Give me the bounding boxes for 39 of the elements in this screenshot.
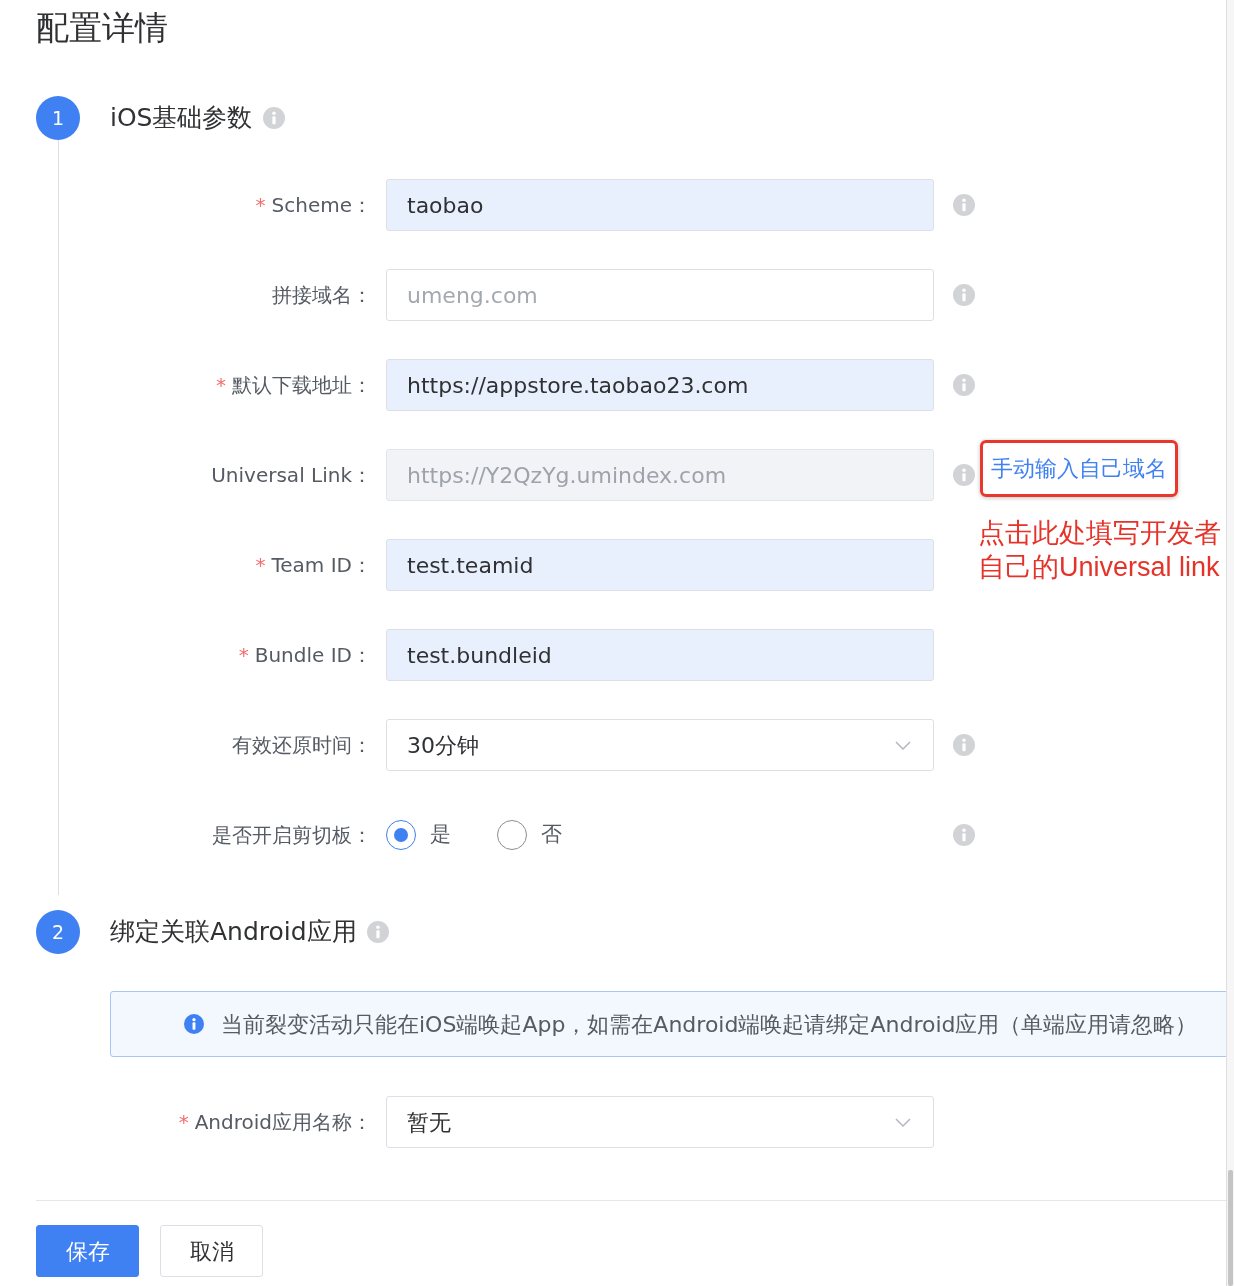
text-input[interactable]: test.teamid [386, 539, 934, 591]
step-title: iOS基础参数 [110, 102, 253, 134]
field-label: Universal Link： [211, 462, 372, 489]
radio-label[interactable]: 否 [541, 819, 562, 851]
field-label: 是否开启剪切板： [212, 822, 372, 849]
field-label: Scheme： [271, 192, 372, 219]
required-mark: * [216, 375, 226, 395]
step-number: 1 [36, 96, 80, 140]
text-input[interactable]: https://appstore.taobao23.com [386, 359, 934, 411]
info-icon [184, 1014, 204, 1034]
field-label: 拼接域名： [272, 282, 372, 309]
required-mark: * [178, 1112, 189, 1132]
page-title: 配置详情 [36, 7, 169, 48]
text-input[interactable]: umeng.com [386, 269, 934, 321]
text-input[interactable]: taobao [386, 179, 934, 231]
radio-button[interactable] [386, 820, 416, 850]
scrollbar-track[interactable] [1226, 0, 1234, 1286]
radio-label[interactable]: 是 [430, 819, 451, 851]
required-mark: * [238, 645, 249, 665]
field-label: Team ID： [271, 552, 372, 579]
notice-text: 当前裂变活动只能在iOS端唤起App，如需在Android端唤起请绑定Android应用（单端应用请忽略） [221, 1010, 1198, 1039]
field-label: Bundle ID： [254, 642, 372, 669]
select-field[interactable]: 暂无 [386, 1096, 934, 1148]
chevron-down-icon [895, 740, 911, 750]
field-label: 默认下载地址： [232, 372, 372, 399]
annotation-note: 点击此处填写开发者 自己的Universal link [978, 517, 1221, 584]
cancel-button[interactable]: 取消 [160, 1225, 263, 1277]
select-field[interactable]: 30分钟 [386, 719, 934, 771]
required-mark: * [255, 555, 266, 575]
step-title: 绑定关联Android应用 [110, 916, 357, 948]
radio-button[interactable] [497, 820, 527, 850]
text-input[interactable]: test.bundleid [386, 629, 934, 681]
field-label: 有效还原时间： [232, 732, 372, 759]
save-button[interactable]: 保存 [36, 1225, 139, 1277]
scrollbar-thumb[interactable] [1228, 1170, 1233, 1286]
step-number: 2 [36, 910, 80, 954]
chevron-down-icon [895, 1117, 911, 1127]
field-label: Android应用名称： [194, 1109, 372, 1136]
required-mark: * [255, 195, 266, 215]
